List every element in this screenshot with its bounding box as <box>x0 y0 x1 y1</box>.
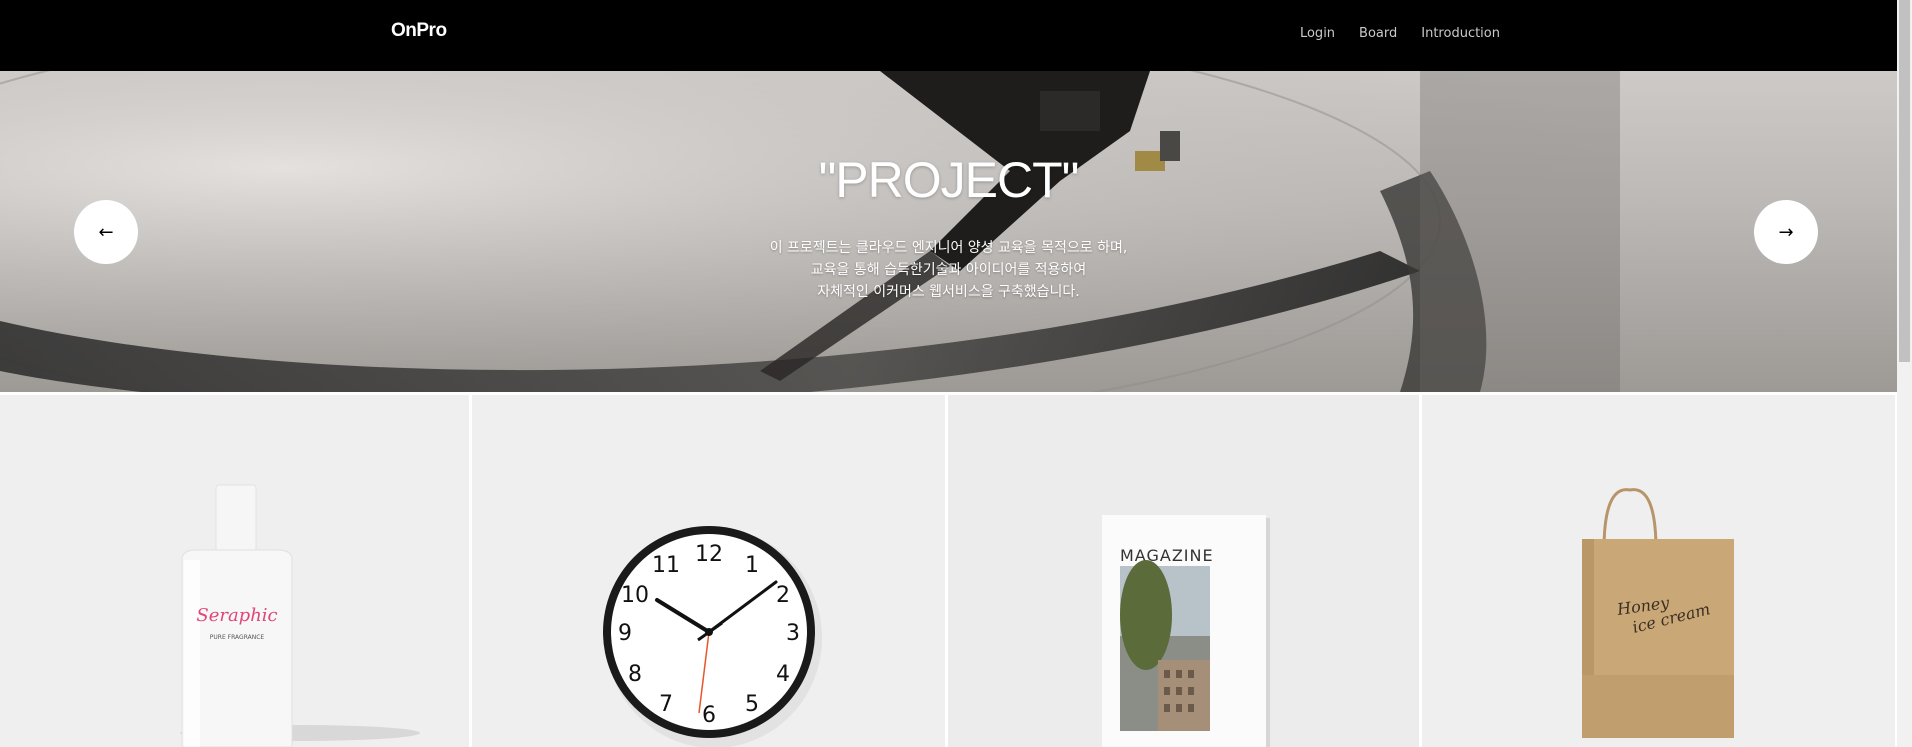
clock-number: 2 <box>776 583 790 608</box>
magazine-title-text: MAGAZINE <box>1120 546 1214 565</box>
product-tile-bag[interactable]: Honey ice cream <box>1422 395 1895 747</box>
hero-description-line: 자체적인 이커머스 웹서비스을 구축했습니다. <box>817 284 1080 300</box>
hero-background-image <box>0 71 1897 392</box>
clock-number: 7 <box>659 692 673 717</box>
product-tile-clock[interactable]: 12 1 2 3 4 5 6 7 8 9 10 11 <box>472 395 945 747</box>
perfume-subtitle-text: PURE FRAGRANCE <box>210 634 265 641</box>
product-grid: Seraphic PURE FRAGRANCE 12 1 2 3 4 5 6 7… <box>0 395 1897 747</box>
clock-number: 5 <box>745 692 759 717</box>
product-tile-magazine[interactable]: MAGAZINE <box>948 395 1419 747</box>
clock-number: 4 <box>776 662 790 687</box>
hero-description-line: 이 프로젝트는 클라우드 엔지니어 양성 교육을 목적으로 하며, <box>769 240 1128 256</box>
scrollbar-thumb[interactable] <box>1899 0 1910 362</box>
clock-number: 1 <box>745 553 759 578</box>
carousel-prev-button[interactable]: ← <box>74 200 138 264</box>
wall-clock-image: 12 1 2 3 4 5 6 7 8 9 10 11 <box>472 395 945 747</box>
perfume-bottle-image: Seraphic PURE FRAGRANCE <box>0 395 469 747</box>
hero-description-line: 교육을 통해 습득한기술과 아이디어를 적용하여 <box>810 262 1087 278</box>
main-nav: Login Board Introduction <box>1300 26 1500 41</box>
page-scrollbar[interactable] <box>1897 0 1912 747</box>
nav-login-link[interactable]: Login <box>1300 26 1335 41</box>
site-logo[interactable]: OnPro <box>391 20 447 42</box>
clock-number: 10 <box>621 583 649 608</box>
product-tile-perfume[interactable]: Seraphic PURE FRAGRANCE <box>0 395 469 747</box>
nav-board-link[interactable]: Board <box>1359 26 1397 41</box>
carousel-next-button[interactable]: → <box>1754 200 1818 264</box>
perfume-brand-text: Seraphic <box>196 605 277 626</box>
nav-introduction-link[interactable]: Introduction <box>1421 26 1500 41</box>
hero-carousel: "PROJECT" 이 프로젝트는 클라우드 엔지니어 양성 교육을 목적으로 … <box>0 71 1897 392</box>
clock-number: 6 <box>702 703 716 728</box>
clock-number: 8 <box>628 662 642 687</box>
clock-number: 11 <box>652 553 680 578</box>
magazine-image: MAGAZINE <box>948 395 1419 747</box>
paper-bag-image: Honey ice cream <box>1422 395 1895 747</box>
top-navbar: OnPro Login Board Introduction <box>0 0 1897 71</box>
arrow-left-icon: ← <box>98 221 114 243</box>
clock-number: 9 <box>618 621 632 646</box>
clock-number: 12 <box>695 542 723 567</box>
clock-number: 3 <box>786 621 800 646</box>
arrow-right-icon: → <box>1778 221 1794 243</box>
hero-description: 이 프로젝트는 클라우드 엔지니어 양성 교육을 목적으로 하며, 교육을 통해… <box>0 237 1897 303</box>
hero-title: "PROJECT" <box>818 152 1080 208</box>
